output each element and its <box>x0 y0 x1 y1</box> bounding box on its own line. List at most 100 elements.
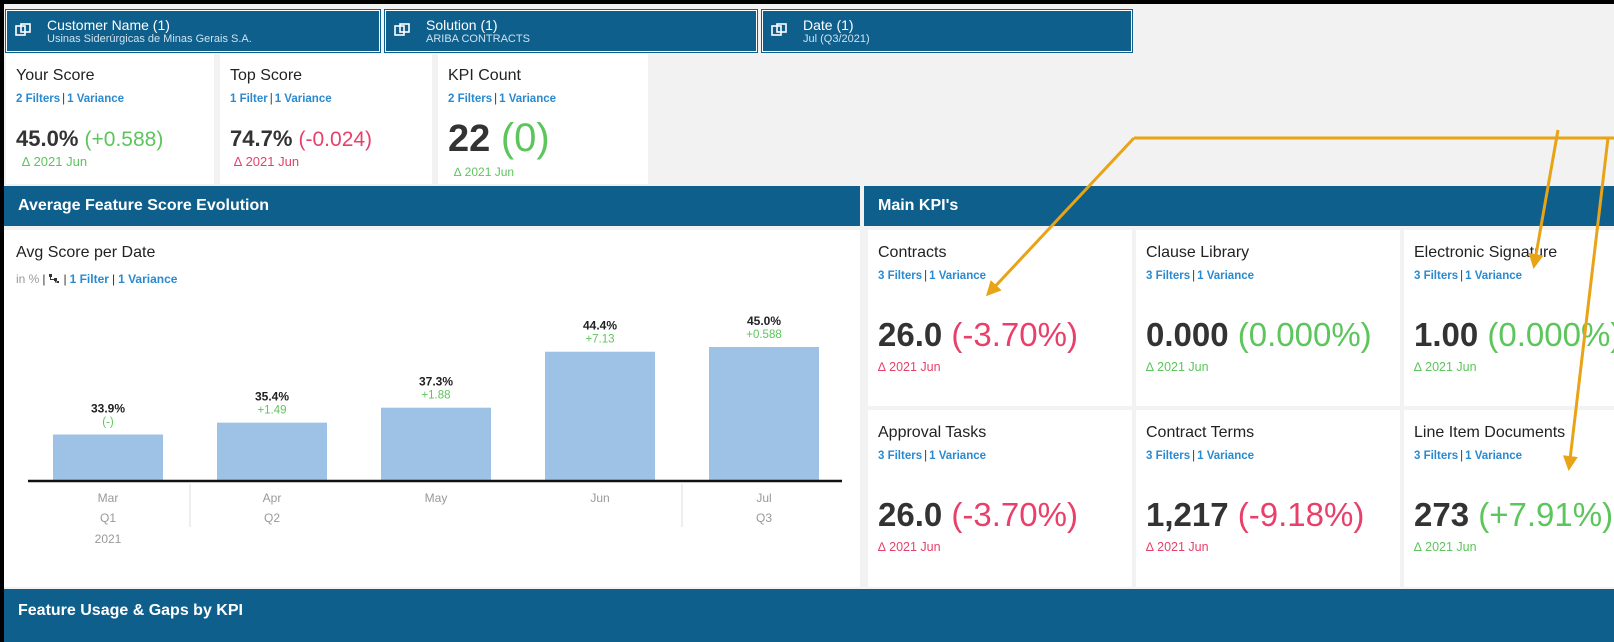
bar-value-label: 44.4% <box>583 319 617 333</box>
filters-link[interactable]: 2 Filters <box>16 93 60 105</box>
filter-title: Solution (1) <box>426 17 498 33</box>
tile-title: Top Score <box>230 67 303 84</box>
filter-value: Jul (Q3/2021) <box>803 33 870 45</box>
chart-bar <box>381 407 491 481</box>
tile-value: 74.7% (-0.024) <box>230 126 372 152</box>
bar-value-label: 37.3% <box>419 375 453 389</box>
kpi-card-contract-terms: Contract Terms 3 Filters | 1 Variance 1,21… <box>1136 410 1400 587</box>
kpi-value: 26.0 (-3.70%) <box>878 496 1078 534</box>
variance-link[interactable]: 1 Variance <box>1197 270 1254 282</box>
chart-bar <box>709 347 819 481</box>
kpi-title: Clause Library <box>1146 244 1250 261</box>
tile-delta: ∆ 2021 Jun <box>454 165 515 179</box>
kpi-value: 273 (+7.91%) <box>1414 496 1613 534</box>
value-number: 1.00 <box>1414 316 1479 353</box>
section-header-evolution: Average Feature Score Evolution <box>4 186 860 226</box>
score-tile-kpi-count: KPI Count 2 Filters | 1 Variance 22 (0) ∆ … <box>438 54 648 184</box>
chart-bar <box>217 422 327 481</box>
tile-delta: ∆ 2021 Jun <box>22 154 88 169</box>
section-title: Average Feature Score Evolution <box>18 197 270 214</box>
value-change: (-3.70%) <box>951 316 1078 353</box>
filters-link[interactable]: 3 Filters <box>1146 270 1190 282</box>
filter-customer-name[interactable]: Customer Name (1) Usinas Siderúrgicas de… <box>5 9 381 53</box>
filters-link[interactable]: 1 Filter <box>230 93 268 105</box>
chart-bar <box>545 351 655 481</box>
kpi-delta: ∆ 2021 Jun <box>1146 540 1209 554</box>
kpi-card-electronic-signature: Electronic Signature 3 Filters | 1 Varianc… <box>1404 230 1614 406</box>
kpi-title: Approval Tasks <box>878 424 987 441</box>
value-number: 0.000 <box>1146 316 1229 353</box>
bar-value-label: 45.0% <box>747 314 781 328</box>
bar-variance-label: +1.49 <box>257 405 286 417</box>
dashboard-canvas: Customer Name (1) Usinas Siderúrgicas de… <box>4 4 1614 642</box>
tile-value: 22 (0) <box>448 116 550 161</box>
filters-link[interactable]: 3 Filters <box>1414 270 1458 282</box>
filters-link[interactable]: 2 Filters <box>448 93 492 105</box>
x-tick-label: Jun <box>590 491 609 505</box>
chart-bar <box>53 434 163 481</box>
bar-chart: 33.9%(-) Mar Q1 35.4%+1.49 Apr Q2 37.3%+1.88 Ma… <box>28 314 842 546</box>
value-number: 22 <box>448 118 491 160</box>
section-title: Main KPI's <box>878 197 959 214</box>
variance-link[interactable]: 1 Variance <box>67 93 124 105</box>
value-change: (0.000%) <box>1237 316 1372 353</box>
value-number: 45.0% <box>16 126 79 151</box>
value-change: (-3.70%) <box>951 496 1078 533</box>
kpi-title: Contract Terms <box>1146 424 1255 441</box>
kpi-value: 26.0 (-3.70%) <box>878 316 1078 354</box>
score-tile-top-score: Top Score 1 Filter | 1 Variance 74.7% (-0.… <box>220 54 432 184</box>
bar-variance-label: +7.13 <box>585 334 614 346</box>
year-label: 2021 <box>95 532 122 546</box>
kpi-card-contracts: Contracts 3 Filters | 1 Variance 26.0 (-3.… <box>868 230 1132 406</box>
kpi-links: 3 Filters | 1 Variance <box>1146 270 1255 282</box>
filter-solution[interactable]: Solution (1) ARIBA CONTRACTS <box>384 9 758 53</box>
kpi-links: 3 Filters | 1 Variance <box>878 450 987 462</box>
tile-links: 2 Filters | 1 Variance <box>16 93 125 105</box>
bar-variance-label: (-) <box>102 416 114 428</box>
kpi-links: 3 Filters | 1 Variance <box>1146 450 1255 462</box>
kpi-title: Electronic Signature <box>1414 244 1558 261</box>
filters-link[interactable]: 3 Filters <box>878 270 922 282</box>
variance-link[interactable]: 1 Variance <box>275 93 332 105</box>
kpi-delta: ∆ 2021 Jun <box>878 360 941 374</box>
kpi-value: 0.000 (0.000%) <box>1146 316 1372 354</box>
variance-link[interactable]: 1 Variance <box>499 93 556 105</box>
tile-title: KPI Count <box>448 67 521 84</box>
value-change: (-9.18%) <box>1237 496 1365 533</box>
kpi-title: Line Item Documents <box>1414 424 1566 441</box>
kpi-delta: ∆ 2021 Jun <box>1146 360 1209 374</box>
x-tick-label: Mar <box>98 491 119 505</box>
quarter-label: Q3 <box>756 511 772 525</box>
bar-value-label: 33.9% <box>91 401 125 415</box>
kpi-title: Contracts <box>878 244 947 261</box>
bar-variance-label: +1.88 <box>421 390 450 402</box>
filters-link[interactable]: 3 Filters <box>878 450 922 462</box>
variance-link[interactable]: 1 Variance <box>1465 270 1522 282</box>
filter-icon <box>394 23 410 36</box>
tile-links: 2 Filters | 1 Variance <box>448 93 557 105</box>
filters-link[interactable]: 3 Filters <box>1146 450 1190 462</box>
bar-variance-label: +0.588 <box>746 329 782 341</box>
kpi-delta: ∆ 2021 Jun <box>1414 360 1477 374</box>
section-title: Feature Usage & Gaps by KPI <box>18 602 243 619</box>
kpi-delta: ∆ 2021 Jun <box>1414 540 1477 554</box>
x-tick-label: Jul <box>756 491 771 505</box>
value-change: (+0.588) <box>84 128 164 151</box>
variance-link[interactable]: 1 Variance <box>1465 450 1522 462</box>
filter-icon <box>15 23 31 36</box>
variance-link[interactable]: 1 Variance <box>929 270 986 282</box>
kpi-value: 1,217 (-9.18%) <box>1146 496 1364 534</box>
tile-title: Your Score <box>16 67 95 84</box>
kpi-card-clause-library: Clause Library 3 Filters | 1 Variance 0.00… <box>1136 230 1400 406</box>
variance-link[interactable]: 1 Variance <box>1197 450 1254 462</box>
value-change: (0.000%) <box>1487 316 1614 353</box>
tile-value: 45.0% (+0.588) <box>16 126 163 152</box>
variance-link[interactable]: 1 Variance <box>929 450 986 462</box>
tile-delta: ∆ 2021 Jun <box>234 154 300 169</box>
kpi-delta: ∆ 2021 Jun <box>878 540 941 554</box>
value-number: 26.0 <box>878 496 943 533</box>
kpi-value: 1.00 (0.000%) <box>1414 316 1614 354</box>
filters-link[interactable]: 3 Filters <box>1414 450 1458 462</box>
tile-links: 1 Filter | 1 Variance <box>230 93 332 105</box>
filter-date[interactable]: Date (1) Jul (Q3/2021) <box>761 9 1133 53</box>
